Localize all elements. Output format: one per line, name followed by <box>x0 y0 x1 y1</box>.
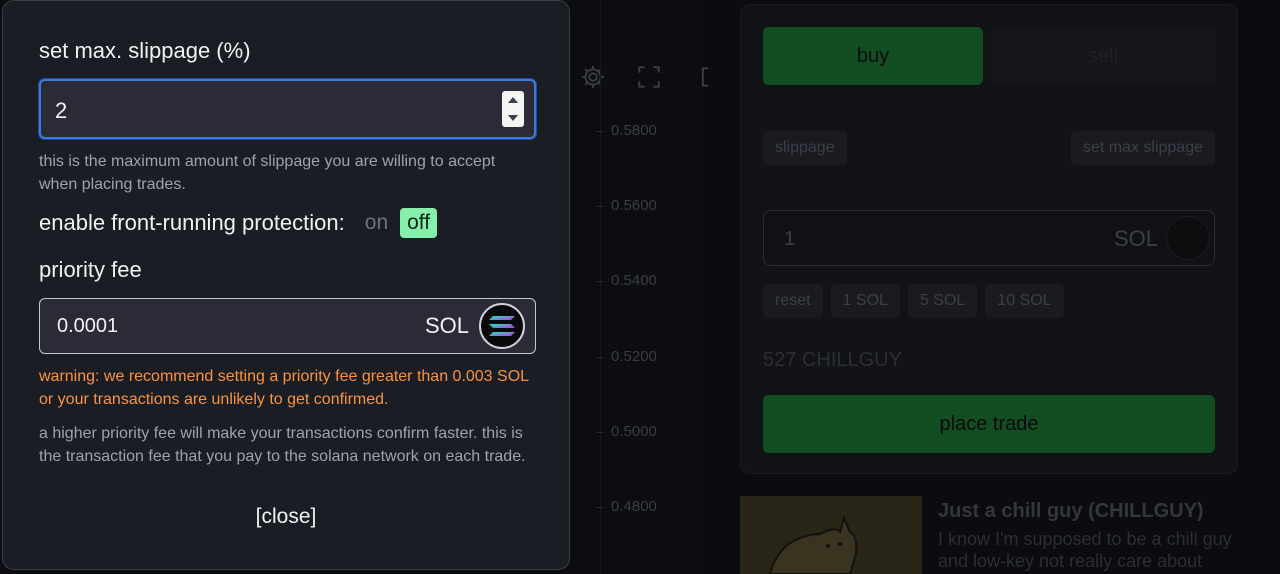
solana-logo-icon <box>1166 216 1210 260</box>
front-running-on-toggle[interactable]: on <box>357 207 396 239</box>
price-tick: 0.5200 <box>597 348 657 365</box>
amount-input[interactable]: 1 SOL <box>763 210 1215 266</box>
price-tick: 0.5000 <box>597 423 657 440</box>
priority-fee-unit: SOL <box>424 313 469 338</box>
price-tick: 0.4800 <box>597 498 657 515</box>
front-running-label: enable front-running protection: <box>39 210 345 235</box>
slippage-label: set max. slippage (%) <box>39 38 251 63</box>
trade-settings-modal: set max. slippage (%) 2 this is the maxi… <box>2 0 570 570</box>
number-spinner[interactable] <box>502 91 524 127</box>
set-max-slippage-button[interactable]: set max slippage <box>1070 131 1215 165</box>
token-image <box>740 496 922 574</box>
quick-1-sol-button[interactable]: 1 SOL <box>830 284 900 318</box>
token-amount-estimate: 527 CHILLGUY <box>763 349 902 371</box>
spinner-up-icon[interactable] <box>507 96 519 104</box>
sell-tab[interactable]: sell <box>991 27 1215 85</box>
price-tick: 0.5400 <box>597 272 657 289</box>
slippage-button[interactable]: slippage <box>763 131 847 165</box>
reset-button[interactable]: reset <box>763 284 823 318</box>
priority-fee-help-text: a higher priority fee will make your tra… <box>39 425 526 465</box>
price-tick: 0.5800 <box>597 122 657 139</box>
priority-fee-value: 0.0001 <box>57 315 119 337</box>
slippage-input[interactable]: 2 <box>39 79 536 139</box>
buy-tab[interactable]: buy <box>763 27 983 85</box>
priority-fee-label: priority fee <box>39 257 142 282</box>
solana-logo-icon <box>479 303 525 349</box>
close-button[interactable]: [close] <box>3 505 569 529</box>
trade-tabs: buy sell <box>763 27 1215 85</box>
token-title[interactable]: Just a chill guy (CHILLGUY) <box>938 500 1204 523</box>
priority-fee-warning: warning: we recommend setting a priority… <box>39 368 529 408</box>
token-description: I know I'm supposed to be a chill guy an… <box>938 529 1232 571</box>
quick-5-sol-button[interactable]: 5 SOL <box>907 284 978 318</box>
front-running-off-toggle[interactable]: off <box>400 208 438 238</box>
trade-panel: buy sell slippage set max slippage 1 SOL… <box>740 4 1238 474</box>
slippage-help-text: this is the maximum amount of slippage y… <box>39 153 496 193</box>
place-trade-button[interactable]: place trade <box>763 395 1215 453</box>
quick-10-sol-button[interactable]: 10 SOL <box>985 284 1064 318</box>
spinner-down-icon[interactable] <box>507 114 519 122</box>
amount-unit: SOL <box>1113 226 1158 251</box>
front-running-row: enable front-running protection: on off <box>39 207 438 239</box>
token-card: Just a chill guy (CHILLGUY) I know I'm s… <box>740 496 1280 574</box>
quick-amount-row: reset 1 SOL 5 SOL 10 SOL <box>763 284 1064 318</box>
priority-fee-input[interactable]: 0.0001 SOL <box>39 298 536 354</box>
price-tick: 0.5600 <box>597 197 657 214</box>
slippage-value: 2 <box>55 98 68 123</box>
price-axis: 0.5800 0.5600 0.5400 0.5200 0.5000 0.480… <box>597 0 700 574</box>
amount-value: 1 <box>784 228 796 250</box>
